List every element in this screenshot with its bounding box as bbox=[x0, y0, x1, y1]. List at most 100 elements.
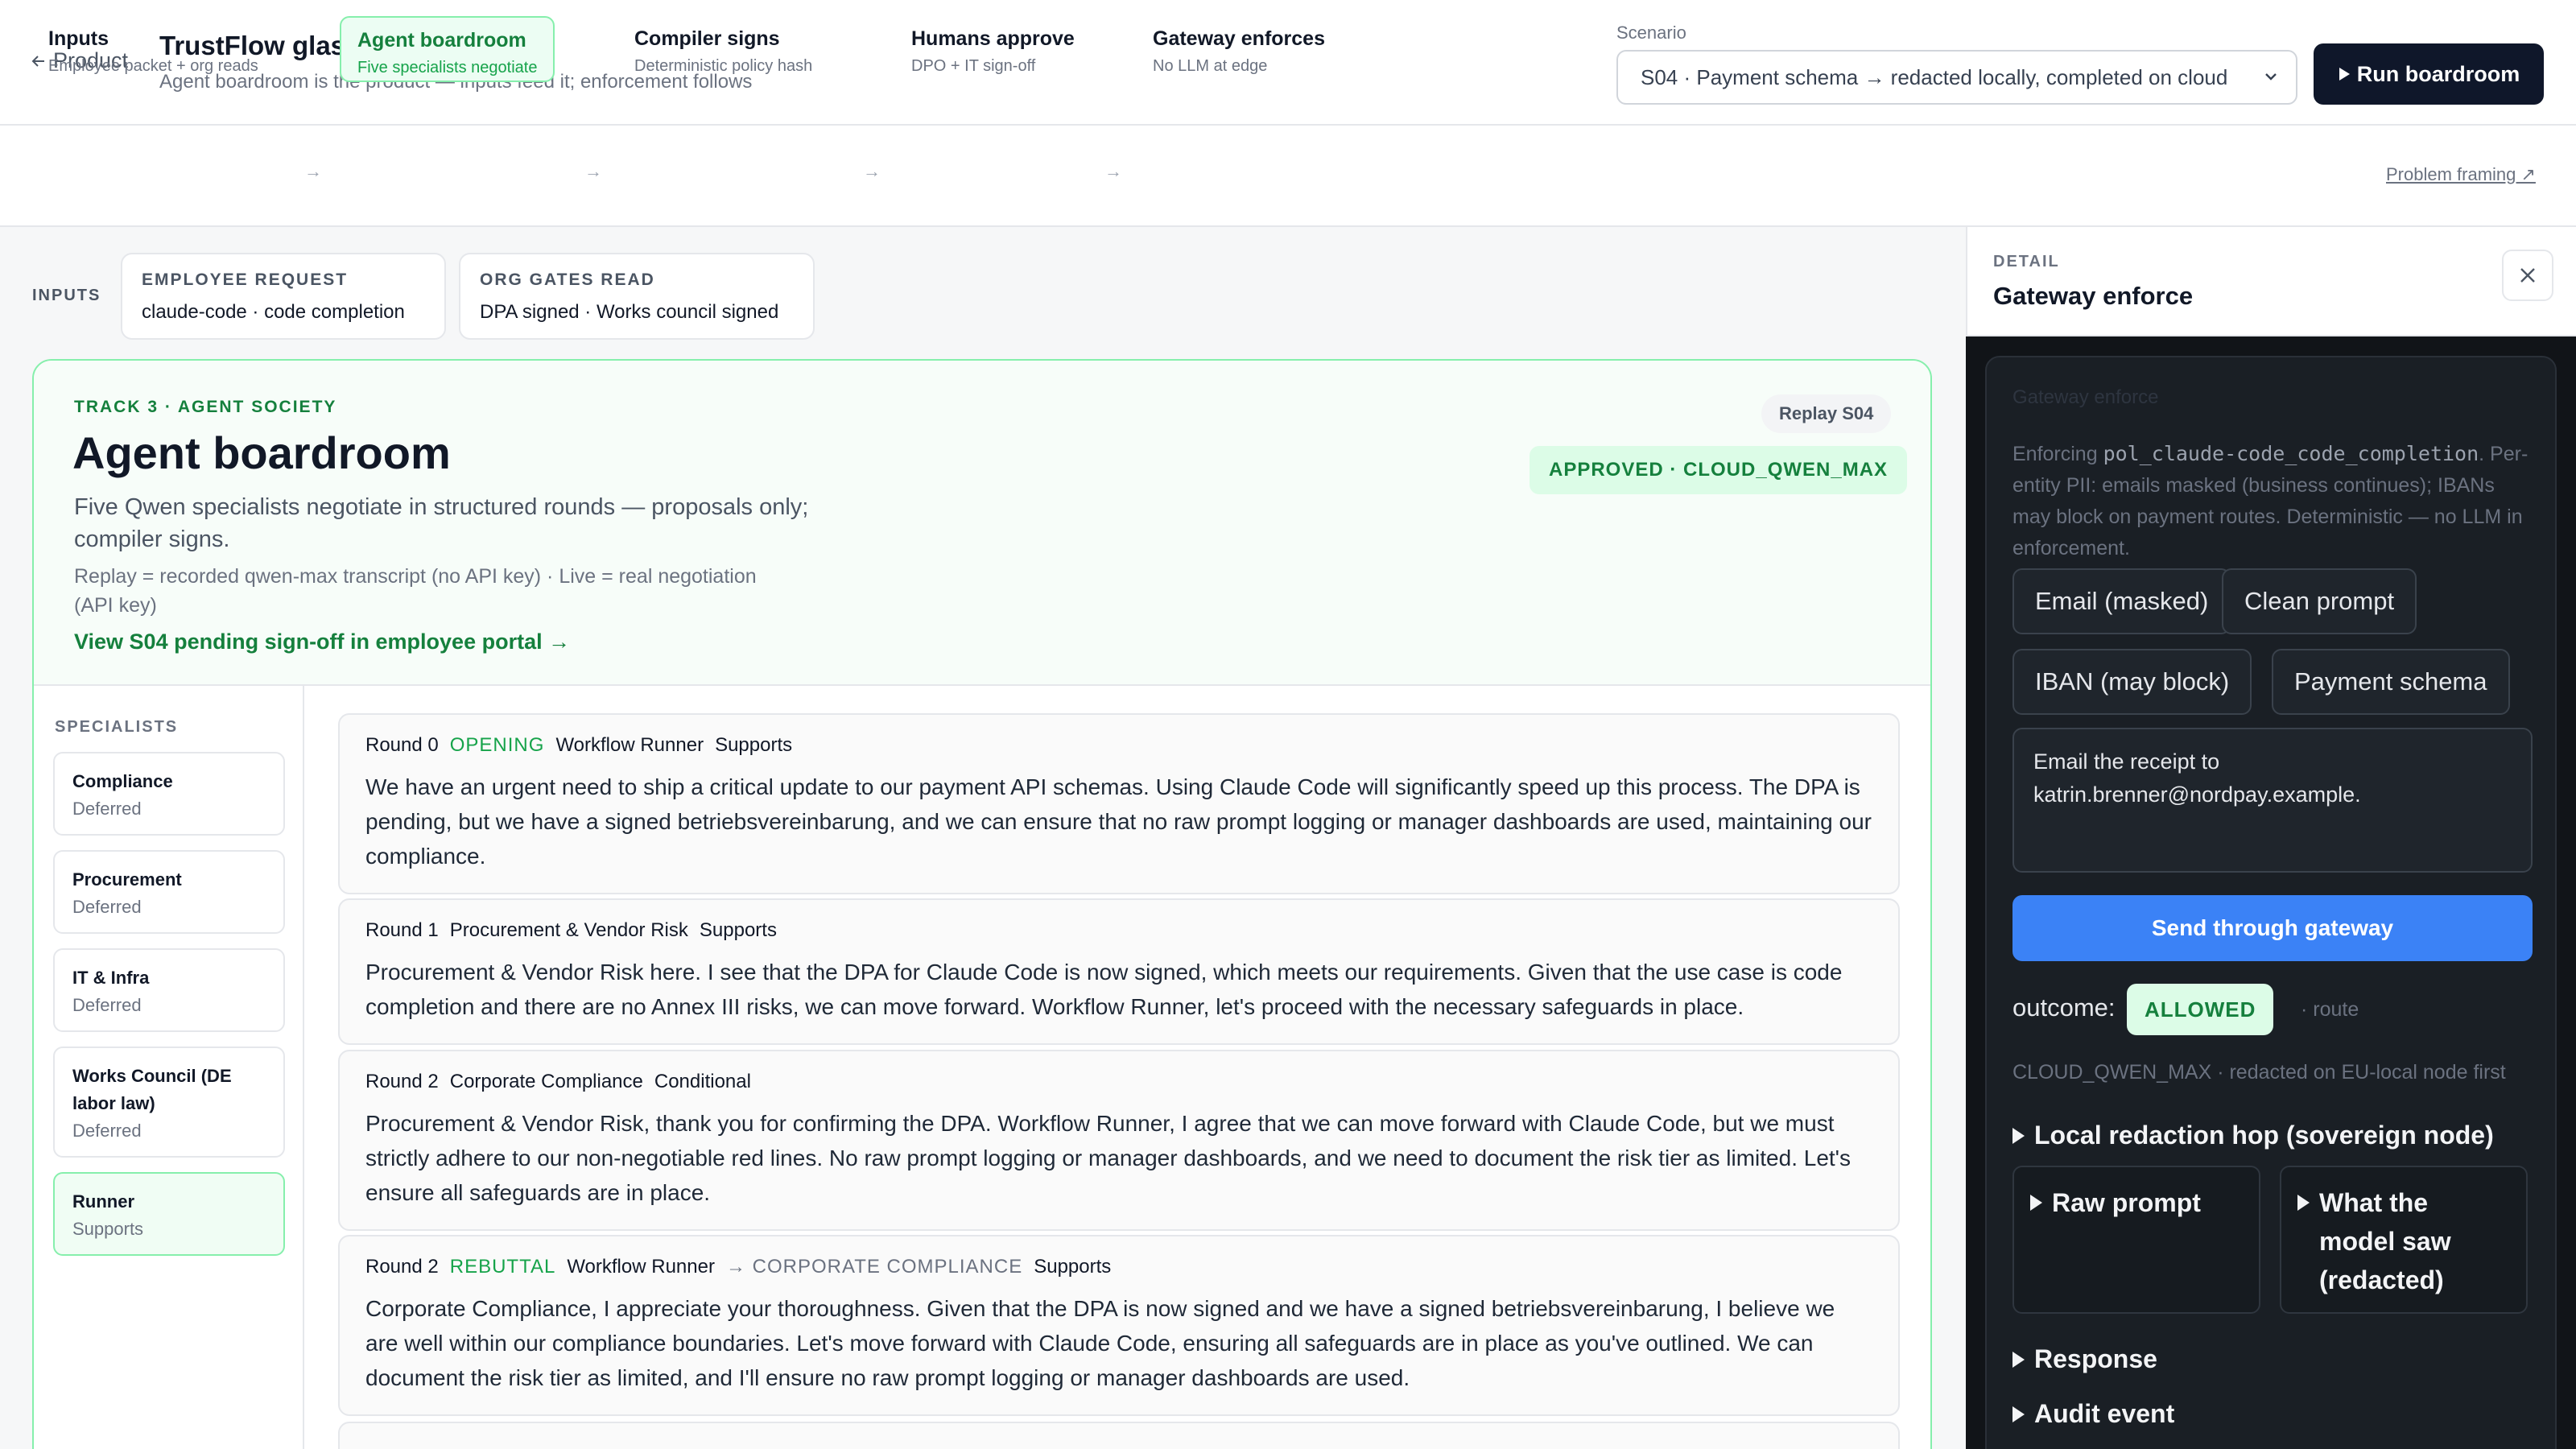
step-gateway-enforces[interactable]: Gateway enforces No LLM at edge bbox=[1137, 16, 1341, 82]
detail-panel-header: DETAIL Gateway enforce bbox=[1966, 227, 2576, 336]
step-subtitle: DPO + IT sign-off bbox=[911, 57, 1036, 75]
status-badge: APPROVED · CLOUD_QWEN_MAX bbox=[1530, 446, 1908, 494]
scenario-select-value: S04 · Payment schema → redacted locally,… bbox=[1641, 64, 2228, 89]
round-stance: Supports bbox=[1034, 1256, 1112, 1278]
play-icon bbox=[2339, 68, 2350, 80]
detail-panel-body: Gateway enforce Enforcing pol_claude-cod… bbox=[1966, 336, 2576, 1449]
step-subtitle: No LLM at edge bbox=[1153, 57, 1268, 75]
response-disclosure[interactable]: Response bbox=[2013, 1344, 2157, 1374]
specialist-card-runner[interactable]: Runner Supports bbox=[53, 1172, 285, 1256]
step-agent-boardroom[interactable]: Agent boardroom Five specialists negotia… bbox=[340, 16, 555, 82]
close-icon bbox=[2520, 268, 2535, 283]
round-speaker: Corporate Compliance bbox=[449, 1071, 643, 1092]
disclosure-label: Local redaction hop (sovereign node) bbox=[2034, 1121, 2494, 1150]
transcript-round[interactable]: Round 2 REBUTTAL Workflow Runner → CORPO… bbox=[338, 1235, 1900, 1416]
outcome-badge: ALLOWED bbox=[2127, 984, 2274, 1035]
round-number: Round 0 bbox=[365, 734, 439, 756]
specialist-status: Deferred bbox=[72, 897, 142, 917]
employee-request-card[interactable]: EMPLOYEE REQUEST claude-code · code comp… bbox=[121, 253, 446, 340]
input-card-label: EMPLOYEE REQUEST bbox=[142, 270, 349, 289]
close-detail-button[interactable] bbox=[2502, 250, 2553, 301]
step-subtitle: Deterministic policy hash bbox=[634, 57, 813, 75]
enforce-prefix: Enforcing bbox=[2013, 443, 2103, 465]
round-number: Round 2 bbox=[365, 1071, 439, 1092]
transcript-round[interactable] bbox=[338, 1422, 1900, 1449]
boardroom-title: Agent boardroom bbox=[72, 427, 451, 478]
input-card-value: claude-code · code completion bbox=[142, 301, 405, 323]
run-boardroom-button[interactable]: Run boardroom bbox=[2314, 43, 2544, 105]
outcome-label: outcome: bbox=[2013, 993, 2116, 1022]
triangle-right-icon bbox=[2013, 1406, 2025, 1422]
step-humans-approve[interactable]: Humans approve DPO + IT sign-off bbox=[895, 16, 1091, 82]
round-speaker: Procurement & Vendor Risk bbox=[449, 919, 688, 941]
step-title: Compiler signs bbox=[634, 27, 780, 50]
arrow-right-icon: → bbox=[304, 161, 322, 181]
triangle-right-icon bbox=[2013, 1351, 2025, 1368]
specialist-card-compliance[interactable]: Compliance Deferred bbox=[53, 752, 285, 836]
round-stance: Supports bbox=[715, 734, 793, 756]
step-subtitle: Five specialists negotiate bbox=[357, 59, 538, 76]
specialist-name: Procurement bbox=[72, 869, 182, 890]
disclosure-label: Audit event bbox=[2034, 1399, 2175, 1428]
round-stance: Supports bbox=[699, 919, 777, 941]
step-title: Humans approve bbox=[911, 27, 1075, 50]
triangle-right-icon bbox=[2030, 1195, 2042, 1211]
pipeline-stepper bbox=[0, 126, 2576, 227]
round-message: We have an urgent need to ship a critica… bbox=[365, 774, 1872, 869]
specialist-status: Deferred bbox=[72, 995, 142, 1015]
round-speaker: Workflow Runner bbox=[567, 1256, 715, 1278]
gateway-console: Gateway enforce Enforcing pol_claude-cod… bbox=[1985, 356, 2557, 1449]
transcript-round[interactable]: Round 2 Corporate Compliance Conditional… bbox=[338, 1050, 1900, 1231]
send-through-gateway-button[interactable]: Send through gateway bbox=[2013, 895, 2533, 961]
arrow-right-icon: → bbox=[1104, 161, 1122, 181]
round-tag: REBUTTAL bbox=[449, 1256, 556, 1278]
step-title: Inputs bbox=[48, 27, 109, 50]
step-compiler-signs[interactable]: Compiler signs Deterministic policy hash bbox=[618, 16, 828, 82]
triangle-right-icon bbox=[2297, 1195, 2310, 1211]
scenario-select[interactable]: S04 · Payment schema → redacted locally,… bbox=[1616, 50, 2297, 105]
transcript-round[interactable]: Round 1 Procurement & Vendor Risk Suppor… bbox=[338, 898, 1900, 1045]
employee-portal-link[interactable]: View S04 pending sign-off in employee po… bbox=[74, 630, 570, 654]
preset-chip-iban[interactable]: IBAN (may block) bbox=[2013, 649, 2252, 715]
disclosure-label: Response bbox=[2034, 1344, 2157, 1373]
specialist-status: Supports bbox=[72, 1219, 144, 1239]
step-title: Agent boardroom bbox=[357, 29, 526, 52]
input-card-label: ORG GATES READ bbox=[480, 270, 655, 289]
scenario-label: Scenario bbox=[1616, 23, 1686, 43]
enforcement-description: Enforcing pol_claude-code_code_completio… bbox=[2013, 438, 2536, 564]
round-speaker: Workflow Runner bbox=[555, 734, 704, 756]
round-stance: Conditional bbox=[654, 1071, 751, 1092]
triangle-right-icon bbox=[2013, 1127, 2025, 1144]
round-number: Round 2 bbox=[365, 1256, 439, 1278]
specialist-card-it-infra[interactable]: IT & Infra Deferred bbox=[53, 948, 285, 1032]
specialist-name: Runner bbox=[72, 1191, 134, 1212]
policy-id: pol_claude-code_code_completion bbox=[2103, 442, 2479, 465]
step-title: Gateway enforces bbox=[1153, 27, 1325, 50]
prompt-textarea[interactable]: Email the receipt to katrin.brenner@nord… bbox=[2013, 728, 2533, 873]
detail-title: Gateway enforce bbox=[1993, 282, 2194, 310]
specialist-status: Deferred bbox=[72, 799, 142, 819]
preset-chip-payment-schema[interactable]: Payment schema bbox=[2272, 649, 2510, 715]
specialist-name: IT & Infra bbox=[72, 968, 150, 988]
specialist-status: Deferred bbox=[72, 1121, 142, 1141]
round-message: Corporate Compliance, I appreciate your … bbox=[365, 1296, 1835, 1390]
preset-chip-clean-prompt[interactable]: Clean prompt bbox=[2222, 568, 2417, 634]
input-card-value: DPA signed · Works council signed bbox=[480, 301, 779, 323]
inputs-label: INPUTS bbox=[32, 287, 101, 304]
org-gates-card[interactable]: ORG GATES READ DPA signed · Works counci… bbox=[459, 253, 815, 340]
specialist-card-works-council[interactable]: Works Council (DE labor law) Deferred bbox=[53, 1046, 285, 1158]
replay-badge[interactable]: Replay S04 bbox=[1761, 394, 1892, 433]
local-redaction-disclosure[interactable]: Local redaction hop (sovereign node) bbox=[2013, 1121, 2494, 1150]
track-label: TRACK 3 · AGENT SOCIETY bbox=[74, 398, 337, 416]
round-tag: OPENING bbox=[449, 734, 545, 756]
step-inputs[interactable]: Inputs Employee packet + org reads bbox=[32, 16, 275, 82]
raw-prompt-disclosure[interactable]: Raw prompt bbox=[2013, 1166, 2260, 1314]
disclosure-label: Raw prompt bbox=[2052, 1188, 2201, 1217]
preset-chip-email[interactable]: Email (masked) bbox=[2013, 568, 2231, 634]
specialist-card-procurement[interactable]: Procurement Deferred bbox=[53, 850, 285, 934]
transcript-round[interactable]: Round 0 OPENING Workflow Runner Supports… bbox=[338, 713, 1900, 894]
audit-event-disclosure[interactable]: Audit event bbox=[2013, 1399, 2174, 1429]
model-saw-disclosure[interactable]: What the model saw (redacted) bbox=[2280, 1166, 2528, 1314]
problem-framing-link[interactable]: Problem framing ↗ bbox=[2386, 164, 2536, 185]
boardroom-mode-note: Replay = recorded qwen-max transcript (n… bbox=[74, 565, 757, 617]
